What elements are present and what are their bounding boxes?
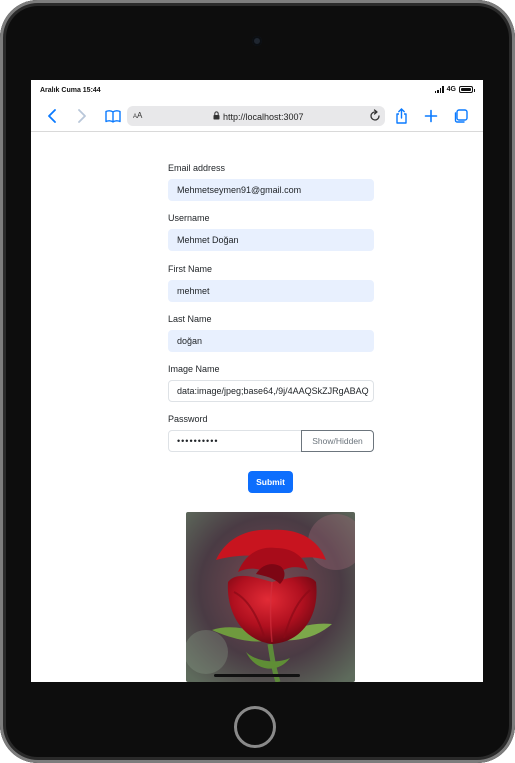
toolbar-divider [31,131,483,132]
ipad-frame: Aralık Cuma 15:44 4G AA http://localhost… [0,0,515,763]
image-name-input[interactable]: data:image/jpeg;base64,/9j/4AAQSkZJRgABA… [168,380,374,402]
url-text: http://localhost:3007 [223,111,304,122]
network-label: 4G [446,86,456,93]
show-hide-password-button[interactable]: Show/Hidden [301,430,374,452]
status-indicators: 4G [434,86,475,93]
reload-icon[interactable] [369,109,381,124]
address-bar[interactable]: AA http://localhost:3007 [127,106,385,126]
text-size-button[interactable]: AA [133,111,142,120]
forward-icon[interactable] [73,108,91,124]
home-button[interactable] [234,706,276,748]
battery-icon [459,86,475,93]
username-input[interactable]: Mehmet Doğan [168,229,374,251]
browser-toolbar: AA http://localhost:3007 [31,102,483,130]
lock-icon [213,111,220,122]
username-label: Username [168,213,210,223]
password-label: Password [168,414,208,424]
first-name-input[interactable]: mehmet [168,280,374,302]
submit-button[interactable]: Submit [248,471,293,493]
image-name-label: Image Name [168,364,220,374]
front-camera [252,36,262,46]
status-bar: Aralık Cuma 15:44 4G [31,80,483,100]
share-icon[interactable] [392,108,410,124]
home-indicator [214,674,300,677]
last-name-label: Last Name [168,314,212,324]
new-tab-icon[interactable] [422,108,440,124]
image-preview [186,512,355,682]
status-time: Aralık Cuma 15:44 [40,87,101,94]
tabs-icon[interactable] [451,108,469,124]
password-input[interactable]: •••••••••• [168,430,302,452]
screen: Aralık Cuma 15:44 4G AA http://localhost… [31,80,483,682]
email-label: Email address [168,163,226,173]
last-name-input[interactable]: doğan [168,330,374,352]
email-input[interactable]: Mehmetseymen91@gmail.com [168,179,374,201]
first-name-label: First Name [168,264,213,274]
back-icon[interactable] [43,108,61,124]
bookmarks-icon[interactable] [104,108,122,124]
signal-icon [434,86,444,93]
url-display: http://localhost:3007 [213,111,304,122]
